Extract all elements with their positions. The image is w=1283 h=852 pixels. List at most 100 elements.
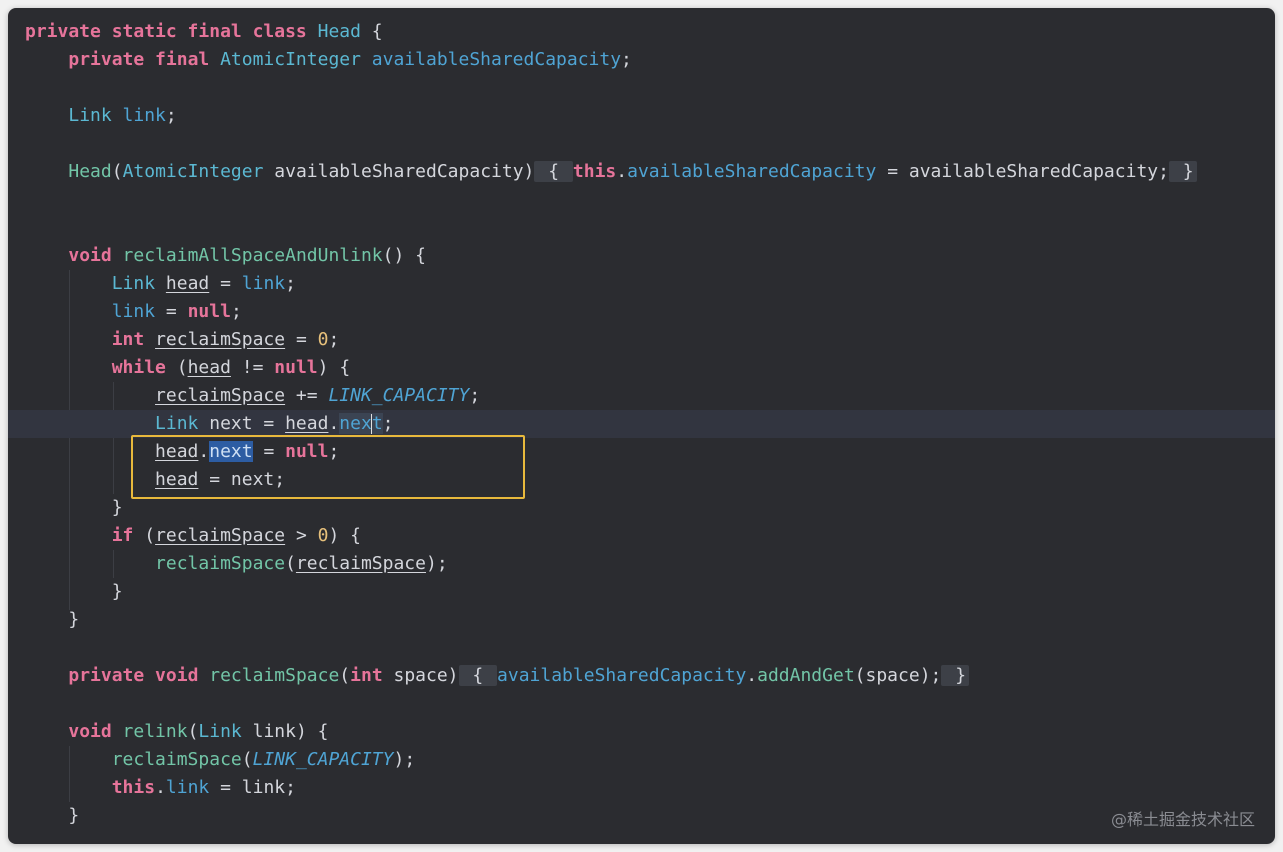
code-token: AtomicInteger (122, 161, 264, 182)
code-token: ; (469, 385, 481, 406)
code-token: } (25, 581, 123, 602)
code-token: ; (328, 441, 340, 462)
code-line: head.next = null; (8, 438, 1275, 466)
code-token: } (25, 805, 80, 826)
code-token: head (285, 413, 329, 434)
code-line: this.link = link; (8, 774, 1275, 802)
code-token: link (241, 273, 286, 294)
code-token: availableSharedCapacity) (263, 161, 535, 182)
code-line: void reclaimAllSpaceAndUnlink() { (8, 242, 1275, 270)
code-line: private void reclaimSpace(int space) { a… (8, 662, 1275, 690)
code-token: private static final class (25, 21, 318, 42)
code-line: Link link; (8, 102, 1275, 130)
code-token: . (746, 665, 758, 686)
code-line: private static final class Head { (8, 18, 1275, 46)
code-token: head (155, 441, 199, 462)
code-token: this (572, 161, 617, 182)
code-token: = availableSharedCapacity; (876, 161, 1169, 182)
code-token: LINK_CAPACITY (328, 385, 470, 406)
current-line: Link next = head.next; (8, 410, 1275, 438)
code-token: ; (621, 49, 632, 70)
code-token: (space); (854, 665, 942, 686)
code-editor[interactable]: private static final class Head { privat… (8, 8, 1275, 844)
code-token: if (111, 525, 134, 546)
selected-token: next (209, 441, 253, 462)
code-token: } (25, 497, 123, 518)
code-token: null (187, 301, 231, 322)
code-line: } (8, 494, 1275, 522)
code-token: 0 (317, 329, 329, 350)
code-token: AtomicInteger (220, 49, 372, 70)
folded-block-marker[interactable]: { (458, 665, 498, 686)
code-token: . (328, 413, 340, 434)
code-token: = link; (209, 777, 296, 798)
code-token: relink (122, 721, 188, 742)
code-token: link) { (241, 721, 329, 742)
code-token: reclaimSpace (155, 525, 286, 546)
code-token: . (198, 441, 210, 462)
code-token: ; (230, 301, 242, 322)
code-token: next = (209, 413, 286, 434)
folded-block-marker[interactable]: } (1168, 161, 1197, 182)
code-line: Head(AtomicInteger availableSharedCapaci… (8, 158, 1275, 186)
code-line: reclaimSpace(LINK_CAPACITY); (8, 746, 1275, 774)
code-token: null (274, 357, 318, 378)
code-token: reclaimAllSpaceAndUnlink (122, 245, 383, 266)
code-line: private final AtomicInteger availableSha… (8, 46, 1275, 74)
code-token: ; (382, 413, 394, 434)
code-token: head (165, 273, 210, 294)
code-token: availableSharedCapacity (497, 665, 747, 686)
code-token: reclaimSpace (111, 749, 242, 770)
code-token: reclaimSpace (155, 385, 286, 406)
code-token: != (230, 357, 275, 378)
code-token: link (165, 777, 210, 798)
code-token: = next; (198, 469, 286, 490)
code-token: ); (393, 749, 416, 770)
code-token: ( (339, 665, 351, 686)
watermark: @稀土掘金技术社区 (1110, 810, 1255, 829)
code-token: reclaimSpace (155, 329, 286, 350)
code-line: while (head != null) { (8, 354, 1275, 382)
code-token: 0 (317, 525, 329, 546)
code-token: ( (241, 749, 253, 770)
code-token: Link (155, 413, 210, 434)
code-line: link = null; (8, 298, 1275, 326)
code-token: nex (339, 413, 372, 434)
code-token: . (155, 777, 166, 798)
folded-block-marker[interactable]: { (534, 161, 573, 182)
code-line: } (8, 578, 1275, 606)
code-token: ); (425, 553, 448, 574)
code-line: if (reclaimSpace > 0) { (8, 522, 1275, 550)
code-token: head (155, 469, 199, 490)
code-token: ( (187, 721, 199, 742)
code-token: private final (68, 49, 221, 70)
code-token: link (122, 105, 166, 126)
code-token: int (350, 665, 383, 686)
code-token: += (285, 385, 329, 406)
code-line: } (8, 606, 1275, 634)
code-token: private void (68, 665, 210, 686)
code-token: = (252, 441, 286, 462)
code-token: ; (285, 273, 296, 294)
code-token: int (111, 329, 156, 350)
code-token: Head (317, 21, 361, 42)
code-area[interactable]: private static final class Head { privat… (8, 18, 1275, 830)
code-token: . (616, 161, 628, 182)
code-line: head = next; (8, 466, 1275, 494)
code-token: reclaimSpace (295, 553, 426, 574)
folded-block-marker[interactable]: } (941, 665, 970, 686)
code-token: ( (111, 161, 123, 182)
code-token: null (285, 441, 329, 462)
code-token: space) (382, 665, 459, 686)
